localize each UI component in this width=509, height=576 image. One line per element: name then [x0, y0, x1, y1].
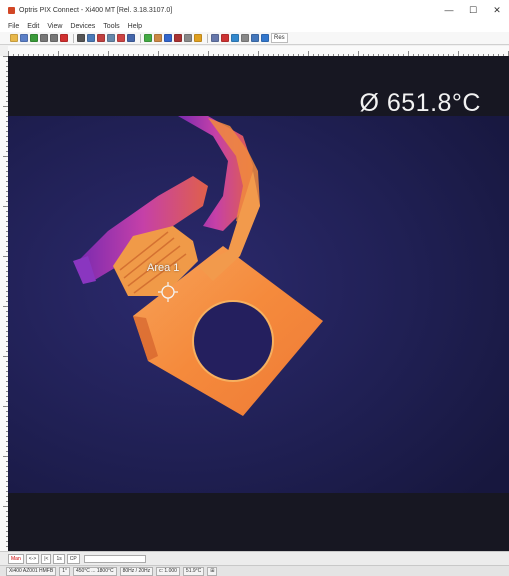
- histogram-icon[interactable]: [127, 34, 135, 42]
- menu-view[interactable]: View: [47, 23, 62, 30]
- status-grid-icon[interactable]: ⊞: [207, 566, 218, 576]
- chart-icon[interactable]: [174, 34, 182, 42]
- average-temperature-readout: Ø 651.8°C: [359, 89, 481, 117]
- export-icon[interactable]: [241, 34, 249, 42]
- zoom-icon[interactable]: [251, 34, 259, 42]
- window-title: Optris PIX Connect - Xi400 MT [Rel. 3.18…: [19, 6, 173, 14]
- grid-icon[interactable]: [107, 34, 115, 42]
- record-icon[interactable]: [60, 34, 68, 42]
- toolbar-res-button[interactable]: Res: [271, 33, 288, 43]
- camera-icon[interactable]: [87, 34, 95, 42]
- status-device: Xi400 AZ001 HMFB: [6, 566, 57, 576]
- info-icon[interactable]: [261, 34, 269, 42]
- toolbar: Res: [0, 32, 509, 45]
- menu-file[interactable]: File: [8, 23, 19, 30]
- pause-icon[interactable]: [40, 34, 48, 42]
- menu-tools[interactable]: Tools: [103, 23, 119, 30]
- status-internal-temp: 51.9°C: [182, 566, 205, 576]
- target-icon[interactable]: [221, 34, 229, 42]
- status-range: 450°C ... 1800°C: [72, 566, 117, 576]
- thermal-image: [8, 116, 509, 493]
- settings-icon[interactable]: [184, 34, 192, 42]
- interval-button[interactable]: 1s: [53, 553, 65, 564]
- toolbar-separator: [207, 33, 208, 43]
- range-button[interactable]: <->: [25, 553, 40, 564]
- thermal-image-view[interactable]: Ø 651.8°C Area 1: [8, 56, 509, 551]
- image-icon[interactable]: [231, 34, 239, 42]
- menu-help[interactable]: Help: [128, 23, 142, 30]
- graph-icon[interactable]: [117, 34, 125, 42]
- status-bar: Xi400 AZ001 HMFB 1° 450°C ... 1800°C 80H…: [0, 565, 509, 576]
- save-icon[interactable]: [20, 34, 28, 42]
- first-frame-button[interactable]: |<: [41, 553, 52, 564]
- stop-icon[interactable]: [50, 34, 58, 42]
- measure-icon[interactable]: [211, 34, 219, 42]
- toolbar-separator: [73, 33, 74, 43]
- close-button[interactable]: ✕: [485, 0, 509, 20]
- title-bar: Optris PIX Connect - Xi400 MT [Rel. 3.18…: [0, 0, 509, 20]
- palette-icon[interactable]: [194, 34, 202, 42]
- app-icon: [8, 6, 15, 14]
- timeline-slider[interactable]: [83, 554, 146, 563]
- menu-devices[interactable]: Devices: [70, 23, 95, 30]
- manual-button[interactable]: Man: [8, 553, 24, 564]
- snapshot-icon[interactable]: [77, 34, 85, 42]
- menu-edit[interactable]: Edit: [27, 23, 39, 30]
- layout-icon[interactable]: [97, 34, 105, 42]
- area-label: Area 1: [147, 262, 180, 274]
- status-framerate: 80Hz / 20Hz: [119, 566, 154, 576]
- toolbar-separator: [140, 33, 141, 43]
- playback-bar: Man <-> |< 1s CP: [0, 551, 509, 565]
- status-fov: 1°: [59, 566, 70, 576]
- maximize-button[interactable]: ☐: [461, 0, 485, 20]
- profile-icon[interactable]: [144, 34, 152, 42]
- menu-bar: File Edit View Devices Tools Help: [0, 20, 509, 32]
- play-icon[interactable]: [30, 34, 38, 42]
- cp-button[interactable]: CP: [66, 553, 80, 564]
- line-icon[interactable]: [154, 34, 162, 42]
- open-icon[interactable]: [10, 34, 18, 42]
- status-emissivity: c: 1.000: [156, 566, 180, 576]
- minimize-button[interactable]: —: [437, 0, 461, 20]
- flag-icon[interactable]: [164, 34, 172, 42]
